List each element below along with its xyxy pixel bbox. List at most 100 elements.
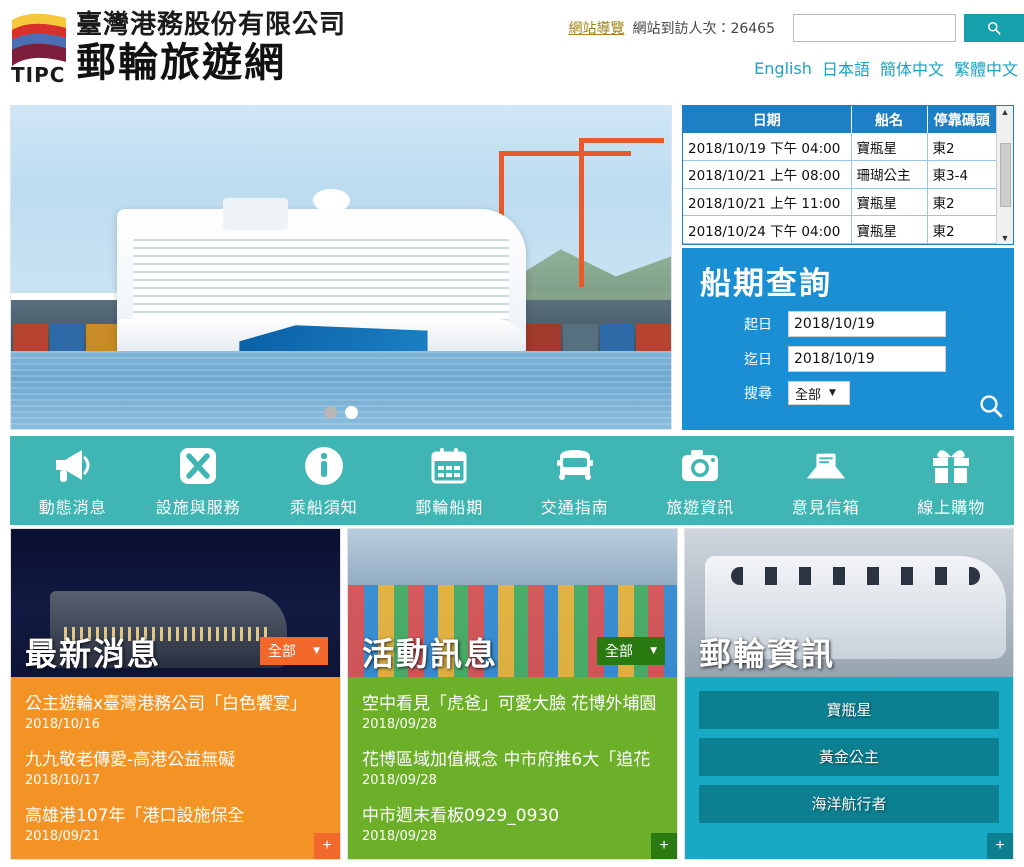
nav-item-travel-info[interactable]: 旅遊資訊: [638, 444, 764, 518]
cell-date: 2018/10/21 上午 08:00: [683, 160, 852, 189]
visit-counter: 網站到訪人次：26465: [632, 21, 775, 37]
cell-berth: 東2: [927, 133, 996, 162]
search-type-value: 全部: [795, 387, 822, 403]
list-item[interactable]: 九九敬老傳愛-高港公益無礙 2018/10/17: [25, 749, 326, 790]
cell-date: 2018/10/19 下午 04:00: [683, 133, 852, 162]
end-date-input[interactable]: [788, 346, 946, 372]
news-title: 九九敬老傳愛-高港公益無礙: [25, 750, 236, 770]
scrollbar-thumb[interactable]: [999, 143, 1011, 207]
table-row[interactable]: 2018/10/19 下午 04:00 寶瓶星 東2: [683, 133, 996, 162]
event-title: 中市週末看板0929_0930: [362, 806, 560, 826]
news-title: 公主遊輪x臺灣港務公司「白色饗宴」: [25, 694, 308, 714]
search-input[interactable]: [793, 14, 956, 42]
nav-item-transport[interactable]: 交通指南: [512, 444, 638, 518]
nav-item-news[interactable]: 動態消息: [10, 444, 136, 518]
panel-title: 郵輪資訊: [699, 635, 836, 673]
panel-title: 最新消息: [25, 635, 162, 673]
nav-label: 乘船須知: [289, 497, 358, 517]
table-row[interactable]: 2018/10/24 下午 04:00 寶瓶星 東2: [683, 215, 996, 244]
caret-down-icon: ▼: [313, 646, 320, 656]
cell-date: 2018/10/21 上午 11:00: [683, 188, 852, 217]
cell-ship: 珊瑚公主: [851, 160, 928, 189]
lang-simplified-chinese[interactable]: 簡体中文: [880, 56, 944, 80]
event-title: 空中看見「虎爸」可愛大臉 花博外埔園: [362, 694, 657, 714]
event-date: 2018/09/28: [362, 717, 437, 732]
camera-icon: [678, 444, 722, 488]
news-filter-value: 全部: [268, 644, 296, 660]
bus-icon: [553, 444, 597, 488]
svg-text:TIPC: TIPC: [11, 63, 65, 86]
carousel-dot-1[interactable]: [324, 406, 337, 419]
cruise-button-golden-princess[interactable]: 黃金公主: [699, 738, 999, 776]
list-item[interactable]: 高雄港107年「港口設施保全 2018/09/21: [25, 805, 326, 846]
nav-item-online-shopping[interactable]: 線上購物: [889, 444, 1015, 518]
cell-ship: 寶瓶星: [851, 215, 928, 244]
nav-item-facilities[interactable]: 設施與服務: [136, 444, 262, 518]
query-submit-button[interactable]: [978, 393, 1004, 424]
cruise-button-list: 寶瓶星 黃金公主 海洋航行者: [685, 677, 1013, 859]
event-filter-value: 全部: [605, 644, 633, 660]
nav-item-feedback[interactable]: 意見信箱: [763, 444, 889, 518]
chevron-up-icon[interactable]: ▲: [1001, 106, 1010, 118]
cruise-ship-graphic: [116, 188, 526, 358]
news-filter-select[interactable]: 全部 ▼: [260, 637, 328, 665]
lang-traditional-chinese[interactable]: 繁體中文: [954, 56, 1018, 80]
sitemap-link[interactable]: 網站導覽: [568, 18, 624, 38]
caret-down-icon: ▼: [650, 646, 657, 656]
panel-latest-news: 最新消息 全部 ▼ 公主遊輪x臺灣港務公司「白色饗宴」 2018/10/16 九…: [10, 528, 341, 860]
start-date-input[interactable]: [788, 311, 946, 337]
more-cruises-button[interactable]: +: [987, 833, 1013, 859]
event-date: 2018/09/28: [362, 829, 437, 844]
nav-label: 旅遊資訊: [666, 497, 735, 517]
start-date-label: 起日: [744, 317, 772, 333]
list-item[interactable]: 花博區域加值概念 中市府推6大「追花 2018/09/28: [362, 749, 663, 790]
site-name: 郵輪旅遊網: [76, 40, 286, 86]
table-row[interactable]: 2018/10/21 上午 08:00 珊瑚公主 東3-4: [683, 160, 996, 189]
calendar-icon: [427, 444, 471, 488]
search-type-select[interactable]: 全部 ▼: [788, 381, 850, 405]
more-events-button[interactable]: +: [651, 833, 677, 859]
cell-date: 2018/10/24 下午 04:00: [683, 215, 852, 244]
nav-label: 交通指南: [540, 497, 609, 517]
list-item[interactable]: 中市週末看板0929_0930 2018/09/28: [362, 805, 663, 846]
nav-label: 動態消息: [38, 497, 107, 517]
lang-japanese[interactable]: 日本語: [822, 56, 870, 80]
end-date-label: 迄日: [744, 352, 772, 368]
event-filter-select[interactable]: 全部 ▼: [597, 637, 665, 665]
table-header-row: 日期 船名 停靠碼頭: [683, 106, 996, 133]
cruise-button-aquarius[interactable]: 寶瓶星: [699, 691, 999, 729]
gift-icon: [929, 444, 973, 488]
col-ship-name: 船名: [851, 106, 928, 133]
query-title: 船期查詢: [700, 266, 832, 302]
col-date: 日期: [683, 106, 852, 133]
chevron-down-icon[interactable]: ▼: [1001, 232, 1010, 244]
site-logo[interactable]: TIPC 臺灣港務股份有限公司 郵輪旅遊網: [10, 8, 346, 86]
more-news-button[interactable]: +: [314, 833, 340, 859]
nav-item-boarding-info[interactable]: 乘船須知: [261, 444, 387, 518]
hero-carousel[interactable]: [10, 105, 672, 430]
ship-schedule-table[interactable]: 日期 船名 停靠碼頭 2018/10/19 下午 04:00 寶瓶星 東2 20…: [682, 105, 1014, 245]
search-type-label: 搜尋: [744, 386, 772, 402]
news-date: 2018/10/16: [25, 717, 100, 732]
table-row[interactable]: 2018/10/21 上午 11:00 寶瓶星 東2: [683, 188, 996, 217]
cruise-button-voyager-of-the-seas[interactable]: 海洋航行者: [699, 785, 999, 823]
lang-english[interactable]: English: [754, 59, 812, 78]
header-utilities: 網站導覽 網站到訪人次：26465: [568, 14, 1024, 42]
table-scrollbar[interactable]: ▲ ▼: [996, 106, 1013, 244]
site-header: TIPC 臺灣港務股份有限公司 郵輪旅遊網 網站導覽 網站到訪人次：26465: [0, 0, 1024, 98]
search-icon: [987, 21, 1001, 35]
start-date-row: 起日: [696, 311, 1000, 337]
list-item[interactable]: 空中看見「虎爸」可愛大臉 花博外埔園 2018/09/28: [362, 693, 663, 734]
main-navigation-bar: 動態消息 設施與服務 乘船須知 郵輪船期 交通指南 旅遊資訊 意見信箱 線上購物: [10, 436, 1014, 525]
content-panels: 最新消息 全部 ▼ 公主遊輪x臺灣港務公司「白色饗宴」 2018/10/16 九…: [10, 528, 1014, 860]
carousel-dot-2[interactable]: [345, 406, 358, 419]
cell-berth: 東2: [927, 215, 996, 244]
list-item[interactable]: 公主遊輪x臺灣港務公司「白色饗宴」 2018/10/16: [25, 693, 326, 734]
nav-item-cruise-schedule[interactable]: 郵輪船期: [387, 444, 513, 518]
facilities-x-icon: [176, 444, 220, 488]
search-button[interactable]: [964, 14, 1024, 42]
org-name: 臺灣港務股份有限公司: [76, 10, 347, 40]
cell-berth: 東2: [927, 188, 996, 217]
nav-label: 郵輪船期: [415, 497, 484, 517]
carousel-slide-image: [11, 106, 671, 429]
